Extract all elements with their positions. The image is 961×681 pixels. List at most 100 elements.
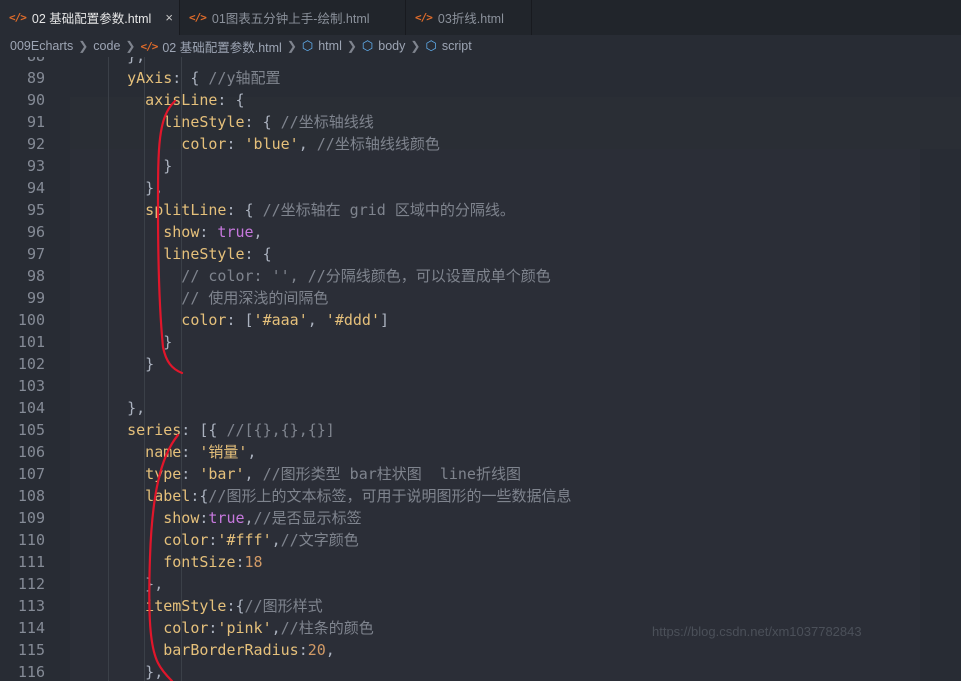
code-line[interactable]: 96 show: true, [0,221,961,243]
breadcrumb-item-symbol[interactable]: html [318,39,342,53]
breadcrumb-item-folder[interactable]: code [93,39,120,53]
code-text: lineStyle: { [163,243,271,265]
code-token: color [181,135,227,153]
code-line[interactable]: 94}, [0,177,961,199]
chevron-right-icon: ❯ [410,39,421,53]
code-line[interactable]: 99 // 使用深浅的间隔色 [0,287,961,309]
code-token: name [145,443,182,461]
code-line[interactable]: 105 series: [{ //[{},{},{}] [0,419,961,441]
line-number: 102 [17,355,45,373]
line-number: 94 [26,179,45,197]
code-token: '销量' [199,443,248,461]
code-token: }, [127,57,145,65]
html-file-icon: </> [9,11,27,24]
code-token: itemStyle [145,597,227,615]
code-text: type: 'bar', //图形类型 bar柱状图 line折线图 [145,463,521,485]
code-line[interactable]: 92 color: 'blue', //坐标轴线线颜色 [0,133,961,155]
code-token: //柱条的颜色 [280,619,374,637]
line-number: 96 [26,223,45,241]
code-line[interactable]: 110 color:'#fff',//文字颜色 [0,529,961,551]
close-icon[interactable]: × [165,10,173,25]
code-token: //文字颜色 [280,531,359,549]
html-file-icon: </> [415,11,433,24]
code-token: : [ [226,311,254,329]
code-token: //[{},{},{}] [226,421,335,439]
code-line[interactable]: 107 type: 'bar', //图形类型 bar柱状图 line折线图 [0,463,961,485]
code-line[interactable]: 113 itemStyle:{//图形样式 [0,595,961,617]
code-line[interactable]: 88}, [0,57,961,67]
code-line[interactable]: 91 lineStyle: { //坐标轴线线 [0,111,961,133]
code-token: // 使用深浅的间隔色 [181,289,329,307]
code-token: true [208,509,245,527]
code-line[interactable]: 93} [0,155,961,177]
code-token: //图形样式 [244,597,323,615]
breadcrumb-item-folder[interactable]: 009Echarts [10,39,73,53]
chevron-right-icon: ❯ [286,39,297,53]
html-file-icon: </> [189,11,207,24]
code-line[interactable]: 116}, [0,661,961,681]
code-token: '#aaa' [253,311,308,329]
code-token: }, [145,663,164,681]
tab-03-line[interactable]: </> 03折线.html [406,0,532,35]
code-line[interactable]: 101} [0,331,961,353]
code-token: : [298,641,308,659]
code-text: yAxis: { //y轴配置 [127,67,280,89]
breadcrumb-item-file[interactable]: 02 基础配置参数.html [162,37,281,56]
code-line[interactable]: 89 yAxis: { //y轴配置 [0,67,961,89]
code-text: color: ['#aaa', '#ddd'] [181,309,389,331]
breadcrumb-item-symbol[interactable]: body [378,39,405,53]
code-token: : [226,135,245,153]
tab-01-quickstart[interactable]: </> 01图表五分钟上手-绘制.html [180,0,406,35]
code-line[interactable]: 111 fontSize:18 [0,551,961,573]
line-number: 101 [17,333,45,351]
code-token: , [307,311,326,329]
code-editor[interactable]: 88},89yAxis: { //y轴配置90axisLine: {91line… [0,57,961,681]
code-token: // color: '', //分隔线颜色，可以设置成单个颜色 [181,267,551,285]
code-line[interactable]: 102} [0,353,961,375]
line-number: 90 [26,91,45,109]
code-line[interactable]: 103 [0,375,961,397]
code-token: : { [172,69,209,87]
code-line[interactable]: 100 color: ['#aaa', '#ddd'] [0,309,961,331]
html-file-icon: </> [140,39,158,53]
code-line[interactable]: 90 axisLine: { [0,89,961,111]
code-token: '#fff' [217,531,272,549]
line-number: 98 [26,267,45,285]
code-text: color: 'blue', //坐标轴线线颜色 [181,133,440,155]
code-token: ] [379,311,390,329]
code-token: , [325,641,335,659]
code-line[interactable]: 106 name: '销量', [0,441,961,463]
code-token: }, [145,179,164,197]
code-token: fontSize [163,553,236,571]
code-line[interactable]: 104}, [0,397,961,419]
code-text: } [163,155,172,177]
code-token: : [199,223,218,241]
code-token: : { [226,201,263,219]
code-line[interactable]: 115 barBorderRadius:20, [0,639,961,661]
code-text: itemStyle:{//图形样式 [145,595,322,617]
code-line[interactable]: 95 splitLine: { //坐标轴在 grid 区域中的分隔线。 [0,199,961,221]
code-token: : [235,553,245,571]
code-line[interactable]: 109 show:true,//是否显示标签 [0,507,961,529]
code-text: } [163,331,172,353]
code-text: }, [127,397,145,419]
breadcrumb-item-symbol[interactable]: script [442,39,472,53]
code-line[interactable]: 97 lineStyle: { [0,243,961,265]
code-token: :{ [190,487,209,505]
tab-02-basic-config[interactable]: </> 02 基础配置参数.html × [0,0,180,35]
line-number: 105 [17,421,45,439]
code-text: } [145,353,154,375]
code-token: , [298,135,317,153]
line-number: 103 [17,377,45,395]
line-number: 99 [26,289,45,307]
chevron-right-icon: ❯ [346,39,357,53]
code-token: : { [244,113,281,131]
code-token: } [163,157,173,175]
line-number: 106 [17,443,45,461]
code-line[interactable]: 108 label:{//图形上的文本标签，可用于说明图形的一些数据信息 [0,485,961,507]
line-number: 93 [26,157,45,175]
line-number: 115 [17,641,45,659]
code-token: 'pink' [217,619,272,637]
code-line[interactable]: 98 // color: '', //分隔线颜色，可以设置成单个颜色 [0,265,961,287]
code-line[interactable]: 112}, [0,573,961,595]
